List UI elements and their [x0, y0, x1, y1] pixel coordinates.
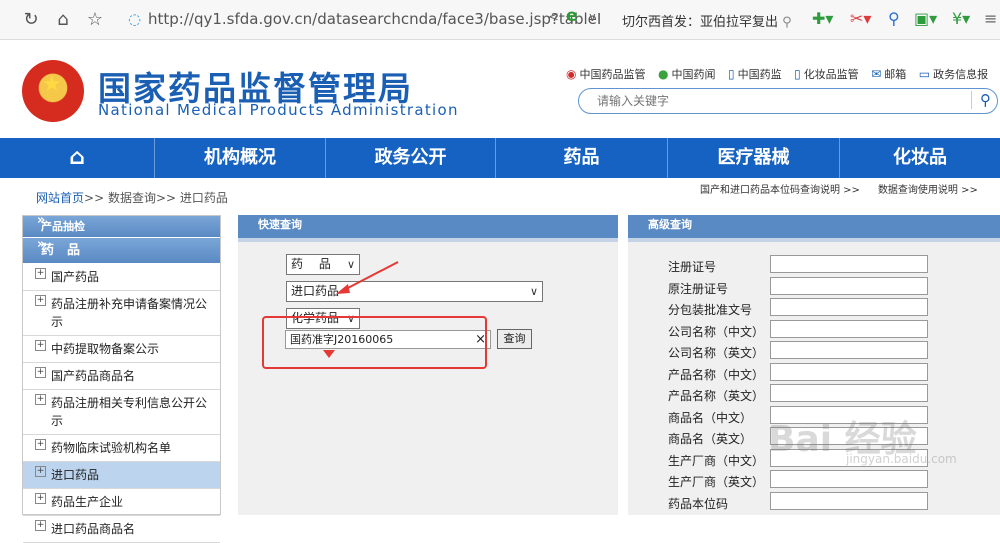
baidu-watermark-url: jingyan.baidu.com	[846, 452, 957, 466]
annotation-pointer	[323, 350, 335, 358]
mail-link[interactable]: ✉ 邮箱	[871, 67, 906, 81]
field-label-product-en: 产品名称（英文）	[668, 389, 765, 403]
national-emblem-logo	[22, 60, 84, 122]
cut-icon[interactable]: ✂▾	[850, 9, 871, 28]
sidebar-item-supplement-filing[interactable]: 药品注册补充申请备案情况公示	[23, 291, 220, 336]
product-en-input[interactable]	[770, 384, 928, 402]
sidebar-item-imported-brand[interactable]: 进口药品商品名	[23, 516, 220, 543]
field-label-brand-cn: 商品名（中文）	[668, 411, 753, 425]
weibo-icon: ◉	[566, 67, 577, 81]
home-icon[interactable]: ⌂	[52, 9, 74, 31]
phone-icon: ▯	[794, 67, 801, 81]
share-icon[interactable]: ⋖	[548, 10, 559, 25]
mail-icon: ✉	[871, 67, 882, 81]
phone-icon: ▯	[727, 67, 735, 81]
url-text[interactable]: http://qy1.sfda.gov.cn/datasearchcnda/fa…	[148, 10, 601, 28]
field-label-brand-en: 商品名（英文）	[668, 432, 753, 446]
site-header: 国家药品监督管理局 National Medical Products Admi…	[0, 40, 1000, 138]
sidebar-item-patent-info[interactable]: 药品注册相关专利信息公开公示	[23, 390, 220, 435]
sidebar-item-tcm-extract[interactable]: 中药提取物备案公示	[23, 336, 220, 363]
browser-toolbar: ↻ ⌂ ☆ ◌ http://qy1.sfda.gov.cn/datasearc…	[0, 0, 1000, 40]
breadcrumb-home-link[interactable]: 网站首页	[36, 191, 84, 205]
weibo-link[interactable]: ◉ 中国药品监管	[566, 67, 645, 81]
game-icon[interactable]: ▣▾	[914, 9, 937, 28]
field-label-company-cn: 公司名称（中文）	[668, 325, 765, 339]
nav-item-drugs[interactable]: 药品	[496, 138, 668, 178]
query-button[interactable]: 查询	[497, 329, 532, 349]
advanced-query-title: 高级查询	[628, 215, 1000, 242]
loading-icon: ◌	[128, 10, 142, 28]
sidebar: 产品抽检 药 品 国产药品 药品注册补充申请备案情况公示 中药提取物备案公示 国…	[22, 210, 221, 543]
sidebar-item-clinical-sites[interactable]: 药物临床试验机构名单	[23, 435, 220, 462]
quick-query-title: 快速查询	[238, 215, 618, 242]
field-label-repack-no: 分包装批准文号	[668, 303, 753, 317]
breadcrumb: 网站首页>> 数据查询>> 进口药品	[36, 189, 228, 206]
field-label-orig-reg-no: 原注册证号	[668, 282, 729, 296]
nav-item-devices[interactable]: 医疗器械	[668, 138, 840, 178]
search-icon[interactable]: ⚲	[971, 91, 991, 109]
sidebar-item-imported-drugs[interactable]: 进口药品	[23, 462, 220, 489]
annotation-highlight-box	[262, 316, 487, 369]
nav-item-cosmetics[interactable]: 化妆品	[840, 138, 1000, 178]
sidebar-header-sampling[interactable]: 产品抽检	[23, 210, 220, 238]
cosmetics-link[interactable]: ▯ 化妆品监管	[794, 67, 859, 81]
chevron-down-icon: ∨	[529, 285, 538, 298]
nav-home-icon[interactable]: ⌂	[0, 138, 155, 178]
ie-mode-icon[interactable]: e	[566, 6, 578, 26]
field-label-reg-no: 注册证号	[668, 260, 717, 274]
reg-no-input[interactable]	[770, 255, 928, 273]
sidebar-item-manufacturers[interactable]: 药品生产企业	[23, 489, 220, 516]
main-nav: ⌂ 机构概况 政务公开 药品 医疗器械 化妆品	[0, 138, 1000, 178]
money-icon[interactable]: ¥▾	[952, 9, 970, 28]
mobile-link[interactable]: ▯ 中国药监	[727, 67, 782, 81]
annotation-arrow	[336, 261, 399, 294]
search-tool-icon[interactable]: ⚲	[888, 9, 900, 28]
site-search-box: ⚲	[578, 88, 998, 114]
field-label-drug-code: 药品本位码	[668, 497, 729, 511]
breadcrumb-path: >> 数据查询>> 进口药品	[84, 191, 228, 205]
company-en-input[interactable]	[770, 341, 928, 359]
sidebar-item-domestic-brand[interactable]: 国产药品商品名	[23, 363, 220, 390]
company-cn-input[interactable]	[770, 320, 928, 338]
field-label-product-cn: 产品名称（中文）	[668, 368, 765, 382]
address-bar[interactable]: ◌ http://qy1.sfda.gov.cn/datasearchcnda/…	[118, 7, 608, 33]
sidebar-header-drugs[interactable]: 药 品	[23, 232, 220, 264]
more-icon[interactable]: ≡	[984, 9, 997, 28]
magnifier-icon: ⚲	[782, 15, 792, 30]
maker-en-input[interactable]	[770, 470, 928, 488]
usage-help-link[interactable]: 数据查询使用说明 >>	[878, 185, 978, 196]
star-icon[interactable]: ☆	[84, 9, 106, 31]
chevron-down-icon[interactable]: ∨	[588, 10, 597, 24]
repack-no-input[interactable]	[770, 298, 928, 316]
gov-info-link[interactable]: ▭ 政务信息报	[918, 67, 988, 81]
code-query-help-link[interactable]: 国产和进口药品本位码查询说明 >>	[700, 185, 860, 196]
field-label-company-en: 公司名称（英文）	[668, 346, 765, 360]
field-label-maker-en: 生产厂商（英文）	[668, 475, 765, 489]
extension-icon[interactable]: ✚▾	[812, 9, 833, 28]
site-subtitle: National Medical Products Administration	[98, 101, 459, 119]
header-links: ◉ 中国药品监管 ● 中国药闻 ▯ 中国药监 ▯ 化妆品监管 ✉ 邮箱 ▭ 政务信息报	[566, 66, 997, 82]
table-select[interactable]: 进口药品 ∨	[286, 281, 543, 302]
wechat-icon: ●	[657, 67, 669, 81]
nav-item-about[interactable]: 机构概况	[155, 138, 326, 178]
nav-item-gov-affairs[interactable]: 政务公开	[326, 138, 496, 178]
orig-reg-no-input[interactable]	[770, 277, 928, 295]
sidebar-item-domestic-drugs[interactable]: 国产药品	[23, 264, 220, 291]
site-search-input[interactable]	[597, 93, 957, 109]
product-cn-input[interactable]	[770, 363, 928, 381]
wechat-link[interactable]: ● 中国药闻	[657, 67, 715, 81]
drug-code-input[interactable]	[770, 492, 928, 510]
news-search[interactable]: 切尔西首发：亚伯拉罕复出 ⚲	[622, 11, 792, 30]
help-links: 国产和进口药品本位码查询说明 >> 数据查询使用说明 >>	[700, 181, 978, 196]
field-label-maker-cn: 生产厂商（中文）	[668, 454, 765, 468]
monitor-icon: ▭	[918, 67, 931, 81]
reload-icon[interactable]: ↻	[20, 9, 42, 31]
